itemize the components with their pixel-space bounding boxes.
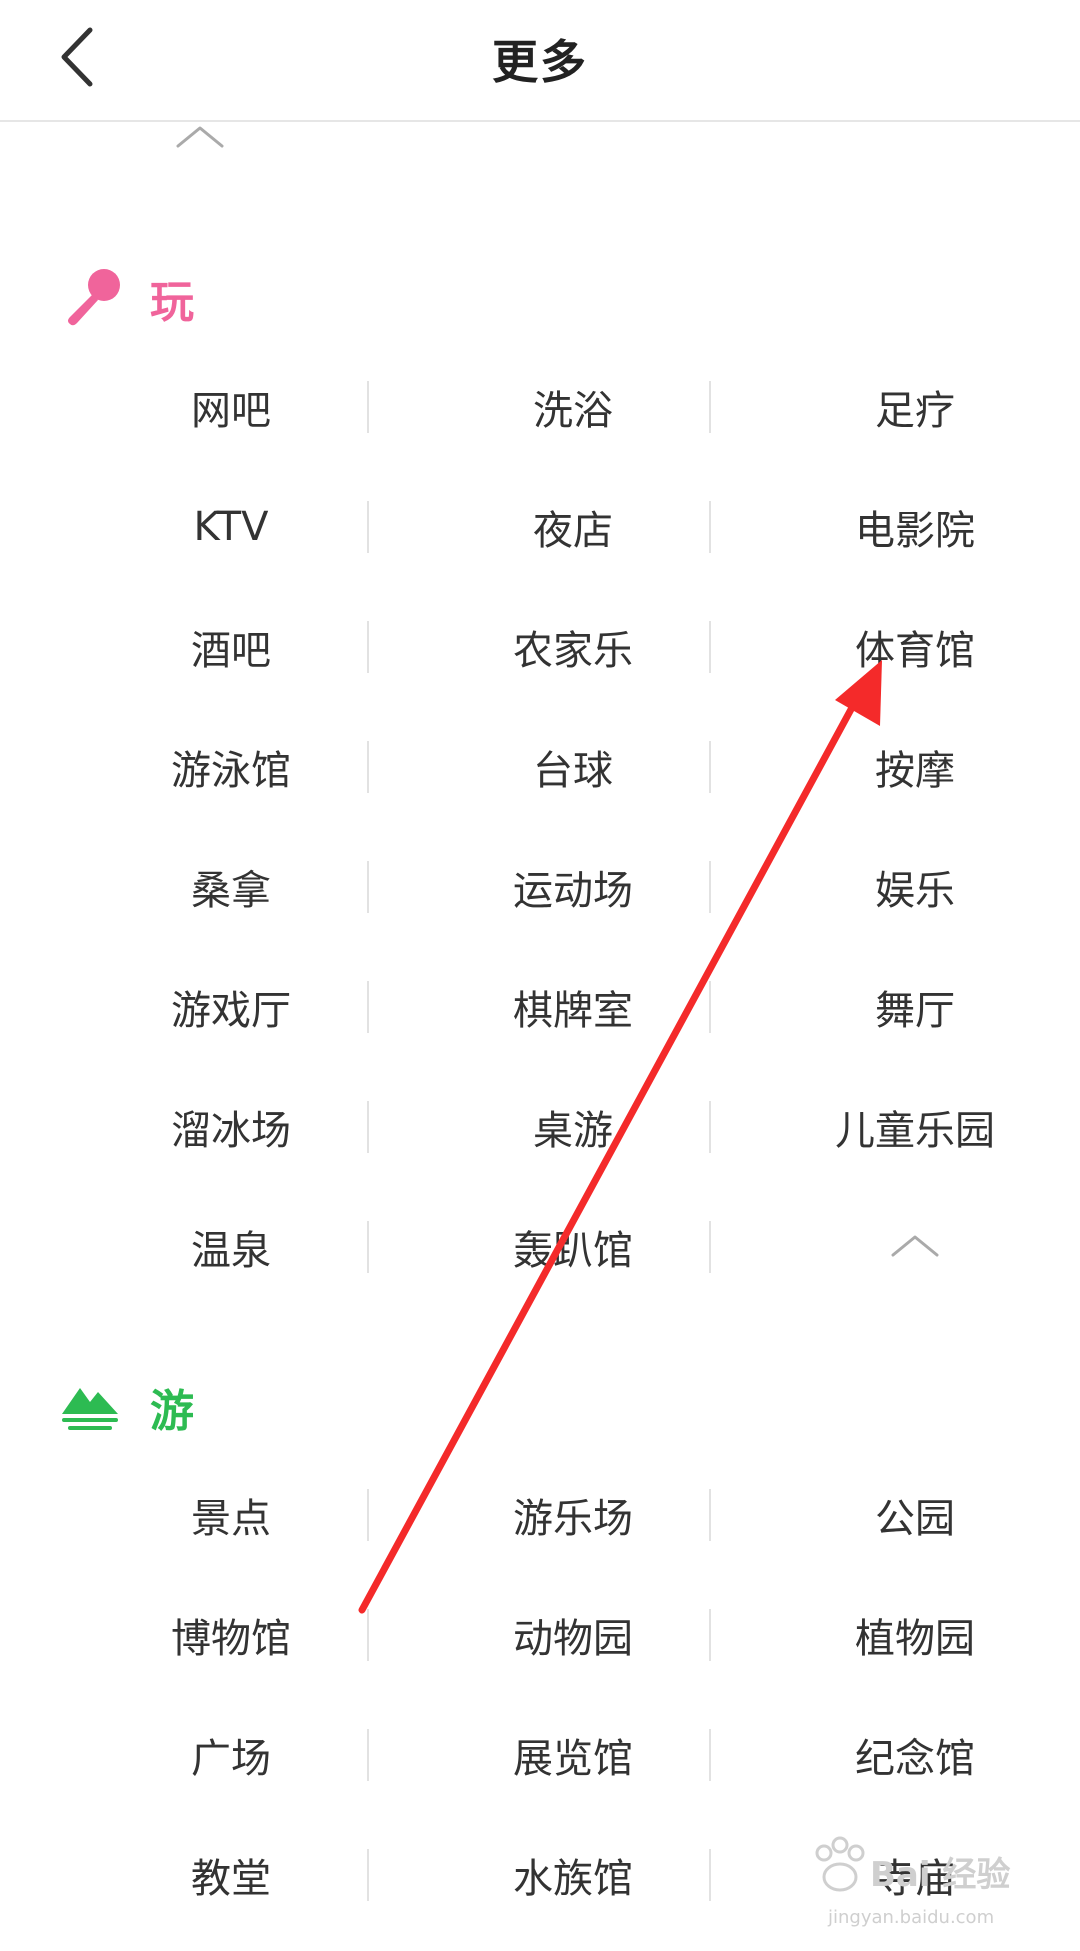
category-item[interactable]: 台球 bbox=[402, 707, 744, 827]
watermark-text: Bai 经验 bbox=[870, 1855, 1011, 1895]
grid-row: 广场 展览馆 纪念馆 bbox=[60, 1695, 1080, 1815]
grid-row: 溜冰场 桌游 儿童乐园 bbox=[60, 1067, 1080, 1187]
divider bbox=[709, 741, 711, 793]
section-header-travel: 游 bbox=[60, 1372, 194, 1442]
grid-row: 温泉 轰趴馆 bbox=[60, 1187, 1080, 1307]
category-item[interactable]: 娱乐 bbox=[744, 827, 1080, 947]
category-item[interactable]: 体育馆 bbox=[744, 587, 1080, 707]
category-item[interactable]: 温泉 bbox=[60, 1187, 402, 1307]
divider bbox=[709, 861, 711, 913]
category-item[interactable]: 游乐场 bbox=[402, 1455, 744, 1575]
divider bbox=[709, 1609, 711, 1661]
category-item[interactable]: 广场 bbox=[60, 1695, 402, 1815]
category-item[interactable]: 酒吧 bbox=[60, 587, 402, 707]
category-item[interactable]: 网吧 bbox=[60, 347, 402, 467]
section-title: 游 bbox=[150, 1386, 194, 1437]
divider bbox=[367, 1489, 369, 1541]
category-item[interactable]: 公园 bbox=[744, 1455, 1080, 1575]
microphone-icon bbox=[68, 269, 120, 326]
mountain-icon bbox=[62, 1388, 118, 1430]
category-item[interactable]: 儿童乐园 bbox=[744, 1067, 1080, 1187]
category-item[interactable]: 动物园 bbox=[402, 1575, 744, 1695]
category-item[interactable]: 电影院 bbox=[744, 467, 1080, 587]
grid-row: KTV 夜店 电影院 bbox=[60, 467, 1080, 587]
divider bbox=[367, 861, 369, 913]
category-item[interactable]: 夜店 bbox=[402, 467, 744, 587]
top-bar: 更多 bbox=[0, 0, 1080, 122]
category-item[interactable]: 游泳馆 bbox=[60, 707, 402, 827]
watermark: Bai 经验 jingyan.baidu.com bbox=[810, 1825, 1040, 1935]
divider bbox=[367, 381, 369, 433]
category-item[interactable]: 水族馆 bbox=[402, 1815, 744, 1935]
category-item[interactable]: 轰趴馆 bbox=[402, 1187, 744, 1307]
category-item[interactable]: 舞厅 bbox=[744, 947, 1080, 1067]
watermark-url: jingyan.baidu.com bbox=[828, 1907, 995, 1928]
divider bbox=[709, 1489, 711, 1541]
grid-row: 游泳馆 台球 按摩 bbox=[60, 707, 1080, 827]
divider bbox=[709, 981, 711, 1033]
category-item[interactable]: 溜冰场 bbox=[60, 1067, 402, 1187]
category-item[interactable]: 纪念馆 bbox=[744, 1695, 1080, 1815]
collapse-button[interactable] bbox=[744, 1187, 1080, 1307]
divider bbox=[367, 1101, 369, 1153]
category-item[interactable]: 洗浴 bbox=[402, 347, 744, 467]
divider bbox=[709, 1101, 711, 1153]
chevron-up-icon bbox=[891, 1235, 939, 1257]
category-item[interactable]: 景点 bbox=[60, 1455, 402, 1575]
divider bbox=[367, 1849, 369, 1901]
grid-row: 酒吧 农家乐 体育馆 bbox=[60, 587, 1080, 707]
section-header-play: 玩 bbox=[60, 263, 194, 333]
divider bbox=[709, 621, 711, 673]
divider bbox=[367, 501, 369, 553]
divider bbox=[367, 1221, 369, 1273]
category-item[interactable]: KTV bbox=[60, 467, 402, 587]
divider bbox=[709, 501, 711, 553]
divider bbox=[709, 1221, 711, 1273]
grid-row: 游戏厅 棋牌室 舞厅 bbox=[60, 947, 1080, 1067]
divider bbox=[367, 981, 369, 1033]
divider bbox=[709, 1729, 711, 1781]
category-item[interactable]: 植物园 bbox=[744, 1575, 1080, 1695]
category-item[interactable]: 棋牌室 bbox=[402, 947, 744, 1067]
category-item[interactable]: 教堂 bbox=[60, 1815, 402, 1935]
divider bbox=[367, 1609, 369, 1661]
category-item[interactable]: 桑拿 bbox=[60, 827, 402, 947]
grid-row: 网吧 洗浴 足疗 bbox=[60, 347, 1080, 467]
category-item[interactable]: 展览馆 bbox=[402, 1695, 744, 1815]
category-item[interactable]: 运动场 bbox=[402, 827, 744, 947]
section-title: 玩 bbox=[150, 277, 194, 328]
divider bbox=[709, 381, 711, 433]
grid-row: 博物馆 动物园 植物园 bbox=[60, 1575, 1080, 1695]
divider bbox=[709, 1849, 711, 1901]
paw-icon bbox=[815, 1836, 865, 1892]
category-item[interactable]: 按摩 bbox=[744, 707, 1080, 827]
category-item[interactable]: 足疗 bbox=[744, 347, 1080, 467]
grid-row: 桑拿 运动场 娱乐 bbox=[60, 827, 1080, 947]
category-item[interactable]: 农家乐 bbox=[402, 587, 744, 707]
divider bbox=[367, 621, 369, 673]
category-item[interactable]: 博物馆 bbox=[60, 1575, 402, 1695]
chevron-up-icon bbox=[176, 126, 224, 148]
grid-row: 景点 游乐场 公园 bbox=[60, 1455, 1080, 1575]
page-title: 更多 bbox=[492, 35, 588, 89]
category-item[interactable]: 游戏厅 bbox=[60, 947, 402, 1067]
divider bbox=[367, 741, 369, 793]
divider bbox=[367, 1729, 369, 1781]
category-grid-play: 网吧 洗浴 足疗 KTV 夜店 电影院 酒吧 农家乐 体育馆 游泳馆 台球 按摩… bbox=[60, 347, 1080, 1307]
collapse-button[interactable] bbox=[170, 118, 230, 158]
category-item[interactable]: 桌游 bbox=[402, 1067, 744, 1187]
